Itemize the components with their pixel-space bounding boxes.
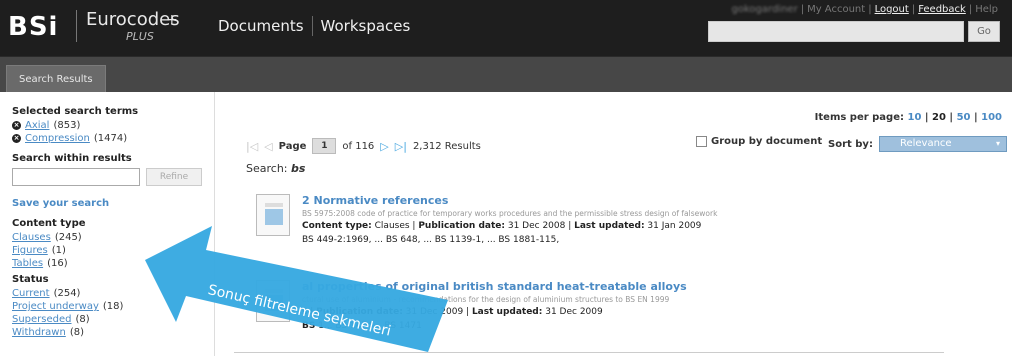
filter-sidebar: Selected search terms × Axial (853) × Co… (0, 92, 215, 356)
results-divider (234, 352, 944, 353)
content-type-filter: Tables (16) (12, 257, 214, 270)
tab-search-results[interactable]: Search Results (6, 65, 106, 93)
prev-page-icon: ◁ (264, 139, 273, 153)
filter-count: (8) (75, 314, 90, 325)
result-description: BS 5975:2008 code of practice for tempor… (302, 209, 718, 218)
search-label: Search: (246, 162, 288, 175)
save-search-link[interactable]: Save your search (12, 198, 214, 209)
result-references: BS 1... BS 1474... BS 1471 (302, 321, 422, 331)
remove-term-icon[interactable]: × (12, 121, 21, 130)
content-type-filter: Clauses (245) (12, 231, 214, 244)
remove-term-icon[interactable]: × (12, 134, 21, 143)
term-count: (1474) (93, 133, 128, 144)
status-heading: Status (12, 274, 49, 285)
items-per-page-label: Items per page: (814, 112, 904, 123)
items-per-page: Items per page: 10 | 20 | 50 | 100 (814, 112, 1002, 123)
nav-workspaces[interactable]: Workspaces (313, 16, 419, 36)
product-sub: PLUS (126, 30, 154, 43)
filter-link[interactable]: Withdrawn (12, 326, 66, 339)
bsi-logo[interactable]: BSi (8, 14, 58, 40)
result-title[interactable]: al properties of original british standa… (302, 280, 982, 294)
sort-select[interactable]: Relevance ▾ (878, 136, 1007, 152)
sort-by-label: Sort by: (828, 138, 873, 150)
search-term: bs (291, 162, 306, 175)
filter-count: (1) (51, 245, 66, 256)
selected-term: × Compression (1474) (12, 132, 214, 145)
pager: |◁ ◁ Page 1 of 116 ▷ ▷| 2,312 Results (246, 138, 481, 154)
term-link[interactable]: Axial (25, 119, 49, 132)
per-page-option-current: 20 (932, 112, 946, 123)
content-type-heading: Content type (12, 218, 86, 229)
filter-count: (254) (53, 288, 81, 299)
result-item: 2 Normative references BS 5975:2008 code… (256, 194, 976, 254)
result-meta: Content type: Clauses | Publication date… (302, 221, 702, 231)
filter-link[interactable]: Figures (12, 244, 48, 257)
page-of: of 116 (342, 140, 375, 152)
filter-link[interactable]: Clauses (12, 231, 51, 244)
help-link[interactable]: Help (975, 4, 998, 15)
search-within-heading: Search within results (12, 153, 132, 164)
status-filter: Withdrawn (8) (12, 326, 214, 339)
filter-link[interactable]: Tables (12, 257, 43, 270)
username: gokogardiner (731, 4, 798, 15)
filter-link[interactable]: Superseded (12, 313, 72, 326)
per-page-option[interactable]: 10 (907, 112, 921, 123)
refine-button[interactable]: Refine (146, 168, 202, 186)
logo-divider (76, 10, 77, 42)
filter-count: (8) (69, 327, 84, 338)
last-page-icon[interactable]: ▷| (395, 140, 407, 153)
term-link[interactable]: Compression (25, 132, 90, 145)
per-page-option[interactable]: 100 (981, 112, 1002, 123)
search-term-line: Search: bs (246, 162, 305, 175)
result-title[interactable]: 2 Normative references (302, 194, 982, 208)
filter-count: (16) (47, 258, 68, 269)
next-page-icon[interactable]: ▷ (380, 140, 388, 153)
page-label: Page (278, 140, 307, 152)
filter-count: (245) (54, 232, 82, 243)
logout-link[interactable]: Logout (875, 4, 909, 15)
sort-value: Relevance (899, 138, 952, 149)
selected-terms-heading: Selected search terms (12, 106, 139, 117)
result-item: al properties of original british standa… (256, 280, 976, 344)
per-page-option[interactable]: 50 (957, 112, 971, 123)
nav-documents[interactable]: Documents (218, 16, 313, 36)
main-nav: Documents Workspaces (218, 16, 418, 36)
global-search-input[interactable] (708, 21, 964, 42)
sort-by: Sort by: Relevance ▾ (828, 136, 1007, 152)
result-meta: s | Publication date: 31 Dec 2009 | Last… (302, 307, 603, 317)
user-links: gokogardiner | My Account | Logout | Fee… (731, 4, 998, 15)
content-type-filter: Figures (1) (12, 244, 214, 257)
status-filter: Project underway (18) (12, 300, 214, 313)
filter-count: (18) (102, 301, 124, 312)
group-by-checkbox[interactable] (696, 136, 707, 147)
page-number-input[interactable]: 1 (312, 138, 337, 154)
tab-bar: Search Results (0, 56, 1012, 93)
feedback-link[interactable]: Feedback (918, 4, 966, 15)
filter-link[interactable]: Current (12, 287, 50, 300)
my-account-link[interactable]: My Account (807, 4, 865, 15)
result-body: 2 Normative references BS 5975:2008 code… (302, 194, 982, 247)
group-by-label: Group by document (711, 136, 823, 147)
selected-term: × Axial (853) (12, 119, 214, 132)
refine-input[interactable] (12, 168, 140, 186)
document-icon[interactable] (256, 194, 290, 236)
result-references: BS 449-2:1969, ... BS 648, ... BS 1139-1… (302, 235, 560, 245)
chevron-down-icon: ▾ (995, 139, 1000, 148)
results-count: 2,312 Results (412, 140, 481, 152)
top-bar: BSi Eurocodes + PLUS Documents Workspace… (0, 0, 1012, 56)
go-button[interactable]: Go (968, 21, 1000, 42)
term-count: (853) (53, 120, 81, 131)
eurocodes-app: BSi Eurocodes + PLUS Documents Workspace… (0, 0, 1012, 356)
status-filter: Current (254) (12, 287, 214, 300)
group-by-document: Group by document (696, 136, 822, 147)
first-page-icon: |◁ (246, 139, 259, 153)
result-body: al properties of original british standa… (302, 280, 982, 333)
filter-link[interactable]: Project underway (12, 300, 99, 313)
status-filter: Superseded (8) (12, 313, 214, 326)
result-description: ctural use of aluminium - recommendation… (302, 295, 670, 304)
refine-row: Refine (12, 168, 214, 186)
product-plus: + (166, 12, 178, 28)
